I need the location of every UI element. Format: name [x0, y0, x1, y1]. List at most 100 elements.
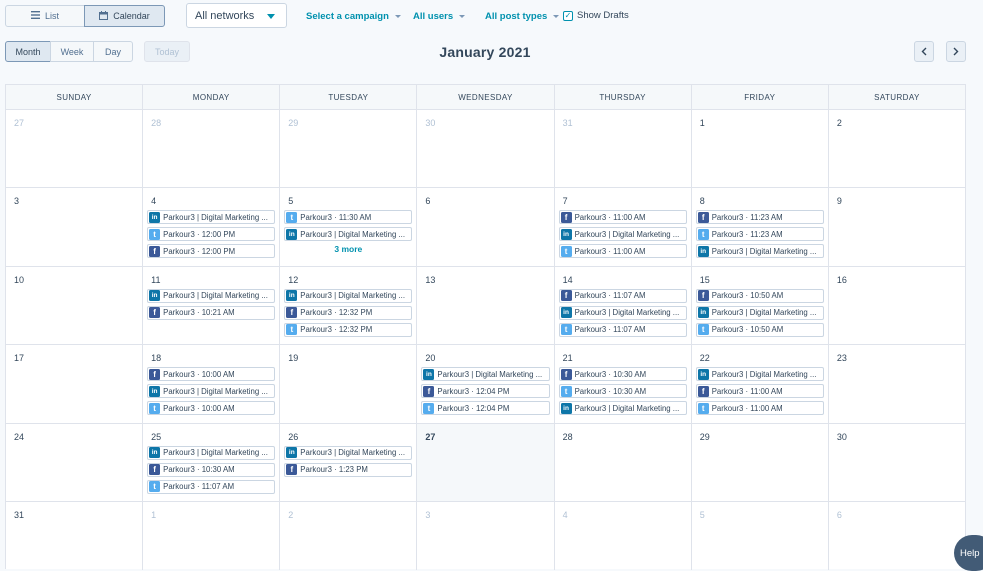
- scheduled-post[interactable]: in Parkour3 | Digital Marketing ...: [558, 227, 687, 242]
- calendar-day[interactable]: 19: [280, 345, 418, 423]
- users-filter[interactable]: All users: [413, 11, 466, 22]
- scheduled-post[interactable]: f Parkour3 · 1:23 PM: [284, 462, 413, 477]
- scheduled-post[interactable]: t Parkour3 · 10:00 AM: [147, 401, 276, 416]
- scheduled-post[interactable]: t Parkour3 · 12:32 PM: [284, 322, 413, 337]
- calendar-day[interactable]: 31: [555, 110, 692, 188]
- day-number: 3: [425, 509, 431, 520]
- calendar-day[interactable]: 10: [6, 266, 144, 345]
- scheduled-post[interactable]: f Parkour3 · 10:50 AM: [695, 288, 824, 303]
- calendar-day[interactable]: 3: [6, 188, 144, 266]
- calendar-day[interactable]: 4 in Parkour3 | Digital Marketing ... t Park…: [143, 188, 281, 266]
- scheduled-post[interactable]: f Parkour3 · 10:30 AM: [147, 462, 276, 477]
- list-view-button[interactable]: List: [5, 5, 85, 27]
- scheduled-post[interactable]: t Parkour3 · 11:07 AM: [147, 479, 276, 494]
- calendar-day[interactable]: 25 in Parkour3 | Digital Marketing ... f Par…: [143, 423, 281, 501]
- calendar-day[interactable]: 29: [692, 423, 829, 501]
- calendar-day[interactable]: 3: [417, 501, 555, 570]
- calendar-day[interactable]: 9: [829, 188, 966, 266]
- post-label: Parkour3 | Digital Marketing ...: [437, 369, 543, 379]
- scheduled-post[interactable]: in Parkour3 | Digital Marketing ...: [284, 227, 413, 242]
- scheduled-post[interactable]: f Parkour3 · 12:04 PM: [421, 384, 550, 399]
- calendar-view-button[interactable]: Calendar: [84, 5, 165, 27]
- calendar-day[interactable]: 1: [692, 110, 829, 188]
- calendar-day[interactable]: 27: [6, 110, 144, 188]
- post-label: Parkour3 · 11:30 AM: [300, 212, 372, 222]
- scheduled-post[interactable]: f Parkour3 · 10:21 AM: [147, 305, 276, 320]
- calendar-day[interactable]: 30: [829, 423, 966, 501]
- calendar-day[interactable]: 12 in Parkour3 | Digital Marketing ... f Par…: [280, 266, 418, 345]
- calendar-day[interactable]: 28: [143, 110, 281, 188]
- scheduled-post[interactable]: in Parkour3 | Digital Marketing ...: [147, 288, 276, 303]
- next-month-button[interactable]: [946, 41, 966, 62]
- calendar-day[interactable]: 26 in Parkour3 | Digital Marketing ... f Par…: [280, 423, 418, 501]
- scheduled-post[interactable]: in Parkour3 | Digital Marketing ...: [284, 288, 413, 303]
- calendar-day[interactable]: 5: [692, 501, 829, 570]
- scheduled-post[interactable]: in Parkour3 | Digital Marketing ...: [147, 445, 276, 460]
- calendar-day[interactable]: 6: [417, 188, 555, 266]
- post-types-filter[interactable]: All post types: [485, 11, 560, 22]
- scheduled-post[interactable]: in Parkour3 | Digital Marketing ...: [558, 305, 687, 320]
- calendar-day[interactable]: 28: [555, 423, 692, 501]
- calendar-day[interactable]: 29: [280, 110, 418, 188]
- day-button[interactable]: Day: [93, 41, 133, 62]
- calendar-day[interactable]: 15 f Parkour3 · 10:50 AM in Parkour3 | Digit…: [692, 266, 829, 345]
- scheduled-post[interactable]: in Parkour3 | Digital Marketing ...: [558, 401, 687, 416]
- scheduled-post[interactable]: in Parkour3 | Digital Marketing ...: [284, 445, 413, 460]
- calendar-day[interactable]: 30: [417, 110, 555, 188]
- scheduled-post[interactable]: t Parkour3 · 11:00 AM: [695, 401, 824, 416]
- calendar-day[interactable]: 16: [829, 266, 966, 345]
- calendar-day[interactable]: 21 f Parkour3 · 10:30 AM t Parkour3 · 10:30 …: [555, 345, 692, 423]
- calendar-day[interactable]: 13: [417, 266, 555, 345]
- scheduled-post[interactable]: t Parkour3 · 10:50 AM: [695, 322, 824, 337]
- calendar-day[interactable]: 23: [829, 345, 966, 423]
- calendar-day[interactable]: 6: [829, 501, 966, 570]
- scheduled-post[interactable]: in Parkour3 | Digital Marketing ...: [421, 367, 550, 382]
- previous-month-button[interactable]: [914, 41, 934, 62]
- week-button[interactable]: Week: [50, 41, 94, 62]
- scheduled-post[interactable]: in Parkour3 | Digital Marketing ...: [695, 305, 824, 320]
- calendar-day[interactable]: 7 f Parkour3 · 11:00 AM in Parkour3 | Digita…: [555, 188, 692, 266]
- calendar-day[interactable]: 5 t Parkour3 · 11:30 AM in Parkour3 | Digita…: [280, 188, 418, 266]
- network-select[interactable]: All networks: [186, 3, 287, 28]
- scheduled-post[interactable]: t Parkour3 · 10:30 AM: [558, 384, 687, 399]
- scheduled-post[interactable]: t Parkour3 · 12:04 PM: [421, 401, 550, 416]
- campaign-filter[interactable]: Select a campaign: [306, 11, 401, 22]
- calendar-day[interactable]: 4: [555, 501, 692, 570]
- today-button[interactable]: Today: [144, 41, 190, 62]
- scheduled-post[interactable]: t Parkour3 · 12:00 PM: [147, 227, 276, 242]
- scheduled-post[interactable]: f Parkour3 · 10:00 AM: [147, 367, 276, 382]
- calendar-day[interactable]: 22 in Parkour3 | Digital Marketing ... f Par…: [692, 345, 829, 423]
- scheduled-post[interactable]: in Parkour3 | Digital Marketing ...: [147, 384, 276, 399]
- scheduled-post[interactable]: f Parkour3 · 11:23 AM: [695, 210, 824, 225]
- calendar-day[interactable]: 20 in Parkour3 | Digital Marketing ... f Par…: [417, 345, 555, 423]
- calendar-day[interactable]: 17: [6, 345, 144, 423]
- scheduled-post[interactable]: f Parkour3 · 12:00 PM: [147, 244, 276, 259]
- calendar-day[interactable]: 11 in Parkour3 | Digital Marketing ... f Par…: [143, 266, 281, 345]
- calendar-day[interactable]: 1: [143, 501, 281, 570]
- calendar-day[interactable]: 18 f Parkour3 · 10:00 AM in Parkour3 | Digit…: [143, 345, 281, 423]
- calendar-day[interactable]: 2: [829, 110, 966, 188]
- scheduled-post[interactable]: t Parkour3 · 11:07 AM: [558, 322, 687, 337]
- post-label: Parkour3 · 11:00 AM: [574, 246, 646, 256]
- calendar-day-today[interactable]: 27: [417, 423, 555, 501]
- scheduled-post[interactable]: in Parkour3 | Digital Marketing ...: [695, 244, 824, 259]
- scheduled-post[interactable]: in Parkour3 | Digital Marketing ...: [147, 210, 276, 225]
- scheduled-post[interactable]: t Parkour3 · 11:30 AM: [284, 210, 413, 225]
- calendar-day[interactable]: 24: [6, 423, 144, 501]
- scheduled-post[interactable]: f Parkour3 · 11:07 AM: [558, 288, 687, 303]
- scheduled-post[interactable]: f Parkour3 · 12:32 PM: [284, 305, 413, 320]
- more-posts-link[interactable]: 3 more: [284, 244, 412, 254]
- help-button[interactable]: Help: [954, 535, 983, 571]
- month-button[interactable]: Month: [5, 41, 51, 62]
- scheduled-post[interactable]: f Parkour3 · 11:00 AM: [695, 384, 824, 399]
- calendar-day[interactable]: 8 f Parkour3 · 11:23 AM t Parkour3 · 11:23 A…: [692, 188, 829, 266]
- scheduled-post[interactable]: f Parkour3 · 10:30 AM: [558, 367, 687, 382]
- show-drafts-checkbox[interactable]: ✓: [563, 10, 573, 21]
- calendar-day[interactable]: 31: [6, 501, 144, 570]
- scheduled-post[interactable]: f Parkour3 · 11:00 AM: [558, 210, 687, 225]
- scheduled-post[interactable]: t Parkour3 · 11:00 AM: [558, 244, 687, 259]
- scheduled-post[interactable]: in Parkour3 | Digital Marketing ...: [695, 367, 824, 382]
- scheduled-post[interactable]: t Parkour3 · 11:23 AM: [695, 227, 824, 242]
- calendar-day[interactable]: 14 f Parkour3 · 11:07 AM in Parkour3 | Digit…: [555, 266, 692, 345]
- calendar-day[interactable]: 2: [280, 501, 418, 570]
